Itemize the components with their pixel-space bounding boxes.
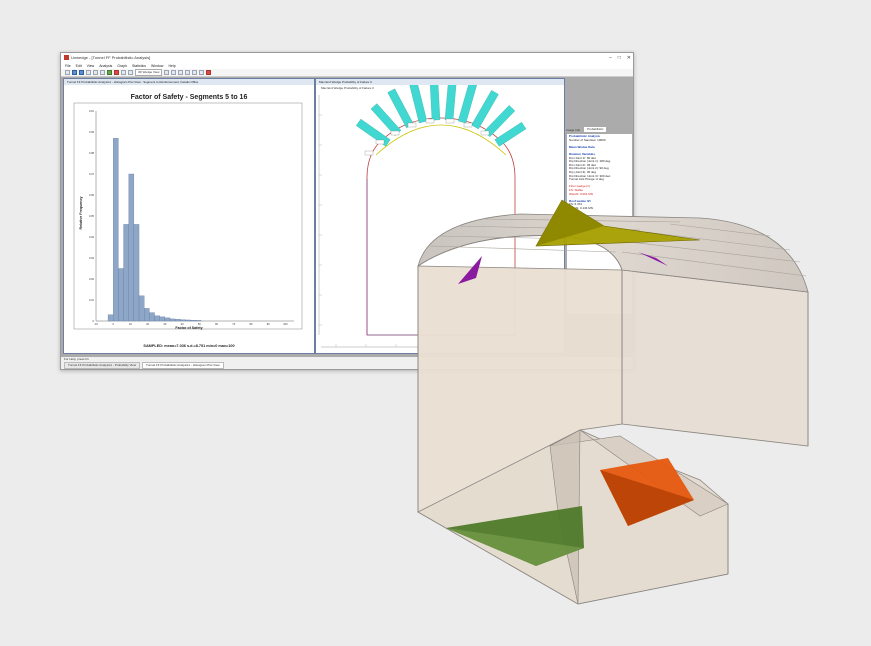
tunnel-3d-render bbox=[417, 199, 809, 605]
tunnel-back-wall bbox=[621, 269, 809, 447]
